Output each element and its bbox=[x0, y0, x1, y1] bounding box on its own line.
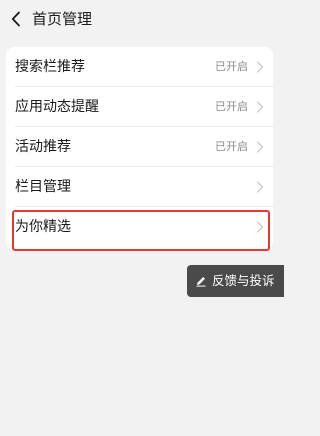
settings-row-label: 应用动态提醒 bbox=[15, 99, 99, 115]
settings-row-search-recommend[interactable]: 搜索栏推荐 已开启 bbox=[6, 47, 273, 87]
settings-row-status: 已开启 bbox=[215, 140, 248, 153]
settings-row-status: 已开启 bbox=[215, 60, 248, 73]
settings-list: 搜索栏推荐 已开启 应用动态提醒 已开启 活动推荐 已开启 栏目管理 为你精选 bbox=[6, 47, 273, 249]
back-button[interactable] bbox=[6, 8, 26, 30]
settings-row-label: 搜索栏推荐 bbox=[15, 59, 85, 75]
chevron-right-icon bbox=[256, 141, 264, 153]
pencil-icon bbox=[196, 277, 206, 287]
chevron-right-icon bbox=[256, 221, 264, 233]
chevron-left-icon bbox=[11, 11, 20, 27]
settings-row-status: 已开启 bbox=[215, 100, 248, 113]
settings-row-app-reminder[interactable]: 应用动态提醒 已开启 bbox=[6, 87, 273, 127]
settings-row-label: 栏目管理 bbox=[15, 179, 71, 195]
chevron-right-icon bbox=[256, 181, 264, 193]
settings-row-column-manage[interactable]: 栏目管理 bbox=[6, 167, 273, 207]
settings-row-label: 活动推荐 bbox=[15, 139, 71, 155]
settings-row-label: 为你精选 bbox=[15, 219, 71, 235]
feedback-label: 反馈与投诉 bbox=[212, 273, 275, 288]
chevron-right-icon bbox=[256, 61, 264, 73]
chevron-right-icon bbox=[256, 101, 264, 113]
feedback-button[interactable]: 反馈与投诉 bbox=[187, 265, 284, 297]
header-bar: 首页管理 bbox=[0, 0, 284, 40]
settings-row-picked-for-you[interactable]: 为你精选 bbox=[6, 207, 273, 247]
page-title: 首页管理 bbox=[32, 10, 93, 28]
settings-row-activity-recommend[interactable]: 活动推荐 已开启 bbox=[6, 127, 273, 167]
